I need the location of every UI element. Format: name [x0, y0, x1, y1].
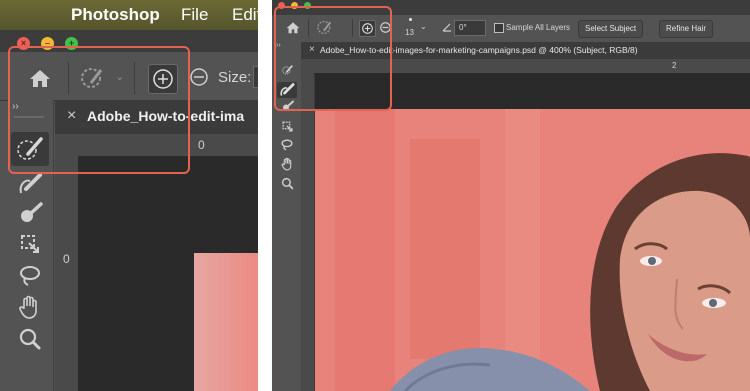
brush-size-value[interactable]: 13: [405, 28, 414, 37]
sample-all-layers-checkbox[interactable]: [494, 23, 504, 33]
tool-zoom[interactable]: [14, 325, 46, 353]
sample-all-layers-label: Sample All Layers: [506, 23, 571, 32]
brush-tip-icon[interactable]: [409, 18, 412, 21]
mac-menubar: Photoshop File Edit: [0, 0, 258, 30]
portrait-photo: [315, 109, 750, 391]
app-menu-photoshop[interactable]: Photoshop: [71, 5, 160, 25]
menu-file[interactable]: File: [181, 5, 208, 25]
zoom-icon: [19, 328, 41, 350]
highlight-box: [274, 6, 392, 111]
tool-hand[interactable]: [14, 293, 46, 321]
angle-value: 0°: [459, 23, 467, 32]
right-full-panel: 13 ⌄ 0° Sample All Layers Select Subject…: [272, 0, 750, 391]
angle-icon: [442, 23, 451, 32]
angle-field[interactable]: 0°: [454, 20, 486, 36]
quick-selection-brush-icon: [19, 173, 42, 194]
ruler-vertical: 0: [55, 156, 79, 391]
photo-canvas[interactable]: [315, 109, 750, 391]
menu-edit[interactable]: Edit: [232, 5, 258, 25]
magic-brush-icon: [21, 202, 43, 222]
ruler-vertical: [301, 73, 314, 391]
ruler-zero-label: 0: [198, 138, 205, 152]
ruler-zero-label: 0: [63, 252, 70, 266]
chevron-down-icon[interactable]: ⌄: [420, 22, 427, 31]
size-field[interactable]: [253, 66, 258, 88]
subtract-from-selection-button[interactable]: [187, 65, 211, 89]
highlight-box: [8, 46, 190, 174]
tool-lasso[interactable]: [14, 262, 46, 290]
lasso-icon: [20, 266, 40, 286]
tool-crop[interactable]: [14, 230, 46, 258]
crop-icon: [21, 235, 39, 253]
refine-hair-button[interactable]: Refine Hair: [659, 20, 714, 38]
size-label: Size:: [218, 69, 252, 86]
tool-quick-selection[interactable]: [14, 170, 46, 198]
tool-select-subject[interactable]: [14, 200, 46, 228]
lasso-icon[interactable]: [280, 138, 294, 152]
select-subject-button[interactable]: Select Subject: [578, 20, 644, 38]
hand-icon: [19, 295, 37, 319]
zoom-icon[interactable]: [281, 177, 294, 190]
hand-icon[interactable]: [281, 157, 294, 171]
left-zoomed-panel: Photoshop File Edit × – + ⌄ Size: ››: [0, 0, 258, 391]
crop-icon[interactable]: [281, 120, 294, 133]
subtract-circle-icon: [190, 68, 208, 86]
ruler-mark-label: 2: [672, 61, 677, 70]
image-mask-overlay: [194, 253, 258, 391]
